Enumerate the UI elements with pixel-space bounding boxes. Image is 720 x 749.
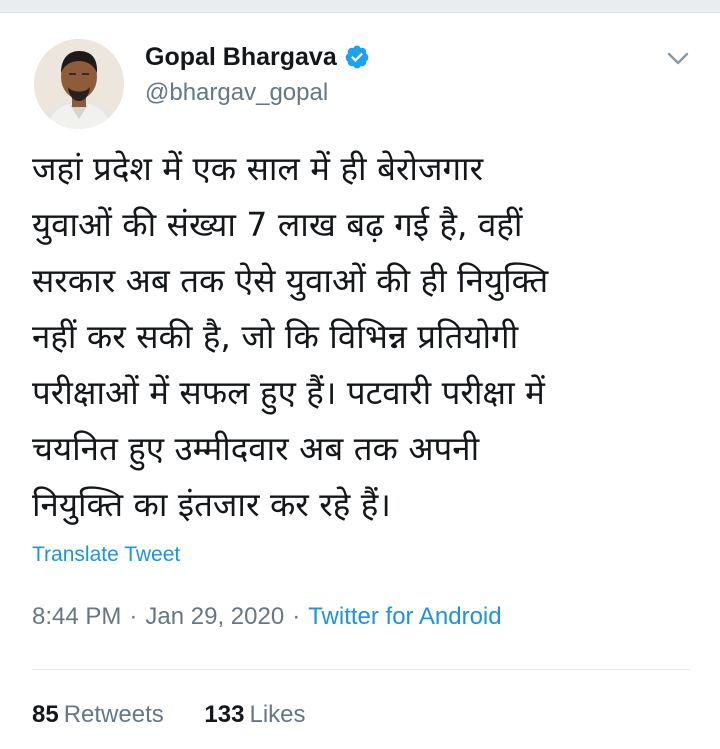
tweet-text-line: चयनित हुए उम्मीदवार अब तक अपनी (32, 429, 480, 468)
tweet-card: Gopal Bhargava @bhargav_gopal जहां प्रदे… (0, 13, 720, 749)
display-name[interactable]: Gopal Bhargava (145, 43, 337, 72)
tweet-text-line: युवाओं की संख्या 7 लाख बढ़ गई है, वहीं (32, 205, 523, 244)
user-handle[interactable]: @bhargav_gopal (145, 79, 370, 107)
verified-badge-icon (344, 44, 370, 70)
avatar[interactable] (34, 39, 124, 129)
name-row: Gopal Bhargava (145, 41, 370, 73)
tweet-text: जहां प्रदेश में एक साल में ही बेरोजगार य… (32, 141, 702, 533)
avatar-image (34, 39, 124, 129)
tweet-date: Jan 29, 2020 (145, 603, 285, 630)
retweets-count: 85 (32, 701, 59, 728)
top-strip (0, 0, 720, 13)
tweet-source-link[interactable]: Twitter for Android (308, 603, 501, 630)
retweets-label: Retweets (63, 701, 164, 728)
tweet-text-line: सरकार अब तक ऐसे युवाओं की ही नियुक्ति (32, 261, 549, 300)
tweet-meta: 8:44 PM · Jan 29, 2020 · Twitter for Android (32, 603, 502, 631)
likes-count: 133 (204, 701, 245, 728)
tweet-text-line: नहीं कर सकी है, जो कि विभिन्न प्रतियोगी (32, 317, 519, 356)
tweet-text-line: जहां प्रदेश में एक साल में ही बेरोजगार (32, 149, 484, 188)
tweet-time: 8:44 PM (32, 603, 122, 630)
tweet-text-line: परीक्षाओं में सफल हुए हैं। पटवारी परीक्ष… (32, 373, 545, 412)
likes-stat[interactable]: 133 Likes (204, 701, 305, 729)
meta-separator: · (292, 603, 301, 630)
likes-label: Likes (249, 701, 306, 728)
chevron-down-icon[interactable] (660, 41, 696, 77)
meta-separator: · (129, 603, 138, 630)
divider (32, 669, 690, 670)
translate-tweet-link[interactable]: Translate Tweet (32, 543, 180, 567)
tweet-stats: 85 Retweets 133 Likes (32, 701, 340, 729)
tweet-text-line: नियुक्ति का इंतजार कर रहे हैं। (32, 485, 391, 524)
user-block: Gopal Bhargava @bhargav_gopal (145, 41, 370, 107)
retweets-stat[interactable]: 85 Retweets (32, 701, 164, 729)
